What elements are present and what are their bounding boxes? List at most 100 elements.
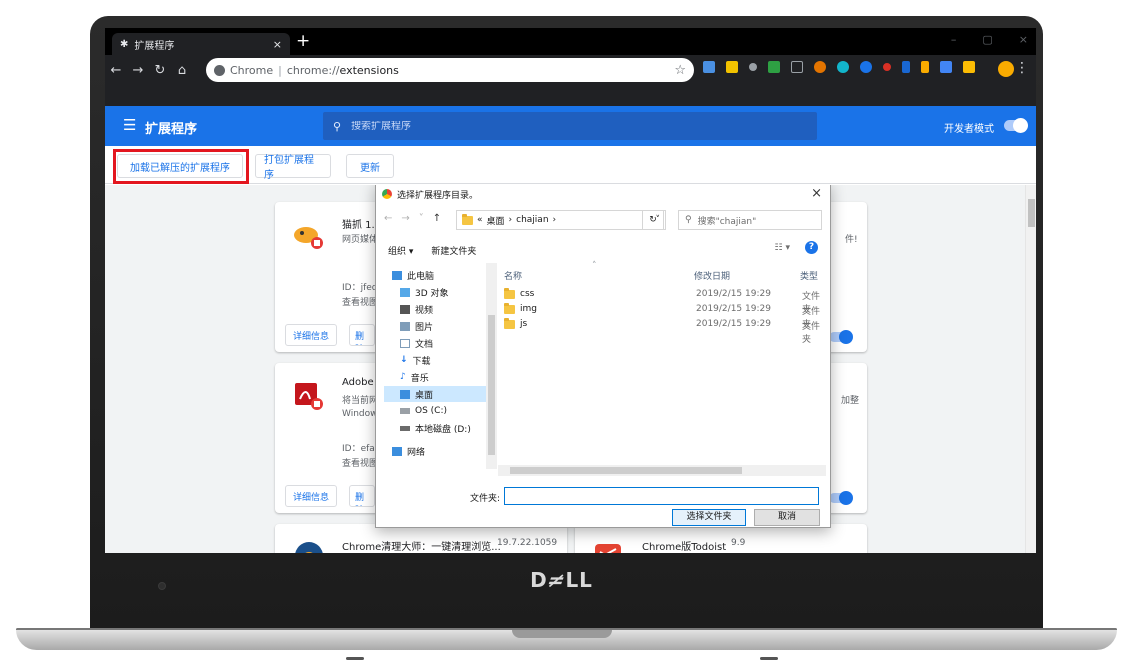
dialog-command-bar: 组织 ▾ 新建文件夹 <box>376 239 830 261</box>
folder-input[interactable] <box>504 487 819 505</box>
search-input[interactable] <box>351 120 772 132</box>
tree-item-network[interactable]: 网络 <box>392 443 492 459</box>
organize-button[interactable]: 组织 ▾ <box>388 244 413 257</box>
maximize-icon[interactable]: ▢ <box>982 33 992 46</box>
extension-description-line2: Window <box>342 409 378 419</box>
home-icon[interactable]: ⌂ <box>171 63 193 78</box>
description-fragment: 件! <box>845 235 858 245</box>
tree-item-desktop[interactable]: 桌面 <box>384 386 486 402</box>
tab-title: 扩展程序 <box>134 40 175 52</box>
laptop-foot <box>346 657 364 660</box>
tree-item-this-pc[interactable]: 此电脑 <box>392 267 492 283</box>
tree-scroll-thumb[interactable] <box>488 315 495 455</box>
tree-item-drive-d[interactable]: 本地磁盘 (D:) <box>400 420 500 436</box>
extension-icon[interactable] <box>883 63 891 71</box>
help-icon[interactable]: ? <box>805 241 818 254</box>
details-button[interactable]: 详细信息 <box>285 485 338 507</box>
details-button[interactable]: 详细信息 <box>285 324 338 346</box>
reload-icon[interactable]: ↻ <box>149 63 171 78</box>
extension-description: 将当前网 <box>342 396 379 406</box>
remove-button[interactable]: 删除 <box>349 324 375 346</box>
video-icon <box>400 304 410 314</box>
extension-card: Chrome版Todoist 9.9 <box>575 524 867 553</box>
extension-icon[interactable] <box>940 61 952 73</box>
page-scrollbar[interactable] <box>1025 185 1036 553</box>
extension-views: 查看视图 <box>342 459 379 469</box>
extension-icon[interactable] <box>768 61 780 73</box>
file-row[interactable]: js 2019/2/15 19:29 文件夹 <box>504 317 828 345</box>
forward-arrow-icon[interactable]: → <box>127 63 149 78</box>
up-arrow-icon[interactable]: ↑ <box>433 213 441 224</box>
folder-icon <box>504 288 515 299</box>
extension-icon[interactable] <box>814 61 826 73</box>
laptop-notch <box>512 630 612 638</box>
tree-item-music[interactable]: ♪ 音乐 <box>400 369 500 385</box>
tab-close-icon[interactable]: × <box>273 38 282 51</box>
dialog-title: 选择扩展程序目录。 <box>397 190 479 201</box>
folder-icon <box>504 318 515 329</box>
back-arrow-icon[interactable]: ← <box>384 213 392 224</box>
minimize-icon[interactable]: – <box>951 33 957 46</box>
tree-item-pictures[interactable]: 图片 <box>400 318 500 334</box>
new-tab-button[interactable]: + <box>296 31 310 51</box>
breadcrumb-item[interactable]: 桌面 <box>487 214 505 227</box>
tab-extensions[interactable]: ✱ 扩展程序 × <box>112 33 290 55</box>
address-bar[interactable]: Chrome | chrome:// extensions ☆ <box>206 58 694 82</box>
view-options-icon[interactable]: ☷ ▾ <box>775 243 790 253</box>
extension-icon[interactable] <box>749 63 757 71</box>
column-header-name[interactable]: 名称 <box>504 269 522 282</box>
chevron-down-icon[interactable]: ˅ <box>419 213 424 224</box>
path-breadcrumb[interactable]: « 桌面 › chajian › ˅ <box>456 210 666 230</box>
tab-strip: ✱ 扩展程序 × + – ▢ × <box>105 28 1036 55</box>
enable-toggle[interactable] <box>829 491 853 505</box>
extension-icon[interactable] <box>921 61 929 73</box>
tree-item-videos[interactable]: 视频 <box>400 301 500 317</box>
extension-icon[interactable] <box>963 61 975 73</box>
forward-arrow-icon[interactable]: → <box>401 213 409 224</box>
column-header-date[interactable]: 修改日期 <box>694 269 730 282</box>
laptop-foot <box>760 657 778 660</box>
dialog-search[interactable]: ⚲ 搜索"chajian" <box>678 210 822 230</box>
bookmark-star-icon[interactable]: ☆ <box>674 63 686 78</box>
dev-mode-toggle[interactable] <box>1004 118 1028 133</box>
tree-item-documents[interactable]: 文档 <box>400 335 500 351</box>
toolbar-band <box>105 85 1036 106</box>
cancel-button[interactable]: 取消 <box>754 509 820 526</box>
extension-icon[interactable] <box>791 61 803 73</box>
dialog-search-placeholder: 搜索"chajian" <box>697 216 757 227</box>
search-bar[interactable]: ⚲ <box>323 112 817 140</box>
select-folder-button[interactable]: 选择文件夹 <box>672 509 746 526</box>
tree-item-drive-c[interactable]: OS (C:) <box>400 403 500 419</box>
file-list-scroll-thumb[interactable] <box>510 467 742 474</box>
close-window-icon[interactable]: × <box>1019 33 1028 46</box>
column-header-type[interactable]: 类型 <box>800 269 818 282</box>
tree-item-3d[interactable]: 3D 对象 <box>400 284 500 300</box>
extension-icon[interactable] <box>860 61 872 73</box>
extensions-list: 猫抓 1. 网页媒体 ID：jfed 查看视图 详细信息 删除 件! Adobe… <box>105 185 1036 553</box>
file-name: img <box>520 304 537 314</box>
menu-icon[interactable]: ☰ <box>123 116 136 134</box>
extension-icon[interactable] <box>703 61 715 73</box>
more-menu-icon[interactable]: ⋮ <box>1015 60 1029 76</box>
extension-icon[interactable] <box>837 61 849 73</box>
file-row[interactable]: css 2019/2/15 19:29 文件夹 <box>504 287 828 315</box>
chrome-logo-icon <box>382 189 392 199</box>
puzzle-icon: ✱ <box>120 38 129 50</box>
profile-avatar[interactable] <box>998 61 1014 77</box>
page-scroll-thumb[interactable] <box>1028 199 1035 227</box>
back-arrow-icon[interactable]: ← <box>105 63 127 78</box>
refresh-icon[interactable]: ↻ <box>642 210 664 230</box>
computer-icon <box>392 270 402 280</box>
file-row[interactable]: img 2019/2/15 19:29 文件夹 <box>504 302 828 330</box>
update-button[interactable]: 更新 <box>346 154 394 178</box>
pack-extension-button[interactable]: 打包扩展程序 <box>255 154 331 181</box>
breadcrumb-item[interactable]: chajian <box>516 215 548 225</box>
enable-toggle[interactable] <box>829 330 853 344</box>
tree-item-downloads[interactable]: ↓ 下载 <box>400 352 500 368</box>
dialog-close-icon[interactable]: × <box>811 186 822 201</box>
extension-icon[interactable] <box>902 61 910 73</box>
extension-icon[interactable] <box>726 61 738 73</box>
load-unpacked-button[interactable]: 加载已解压的扩展程序 <box>117 154 243 178</box>
new-folder-button[interactable]: 新建文件夹 <box>431 244 476 257</box>
remove-button[interactable]: 删除 <box>349 485 375 507</box>
